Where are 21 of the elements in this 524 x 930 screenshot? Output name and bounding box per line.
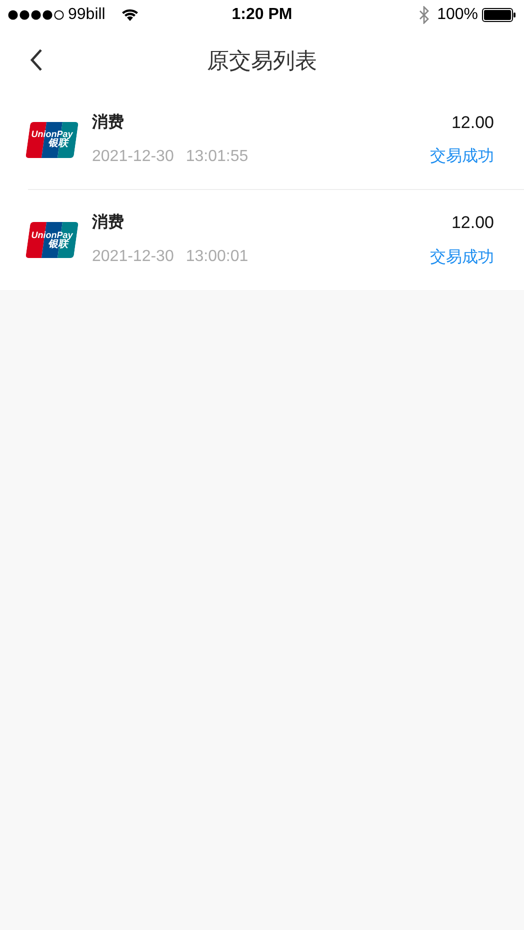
transaction-amount: 12.00 bbox=[451, 212, 494, 234]
battery-percent: 100% bbox=[437, 5, 478, 25]
battery-icon bbox=[482, 8, 516, 22]
transaction-date: 2021-12-30 bbox=[92, 247, 174, 267]
logo-subtext: 银联 bbox=[48, 240, 68, 250]
transaction-time: 13:00:01 bbox=[186, 247, 248, 267]
transaction-amount: 12.00 bbox=[451, 112, 494, 134]
status-time: 1:20 PM bbox=[232, 5, 292, 25]
page-title: 原交易列表 bbox=[207, 46, 317, 74]
wifi-icon bbox=[121, 8, 140, 22]
transaction-status: 交易成功 bbox=[430, 248, 494, 268]
transaction-date: 2021-12-30 bbox=[92, 146, 174, 166]
transaction-time: 13:01:55 bbox=[186, 146, 248, 166]
carrier-name: 99bill bbox=[68, 5, 106, 25]
transaction-type: 消费 bbox=[92, 212, 125, 233]
transaction-type: 消费 bbox=[92, 112, 125, 132]
bluetooth-icon bbox=[419, 6, 430, 24]
signal-icon bbox=[8, 10, 64, 20]
logo-subtext: 银联 bbox=[48, 139, 68, 149]
chevron-left-icon bbox=[29, 48, 43, 72]
transaction-status: 交易成功 bbox=[430, 146, 494, 168]
